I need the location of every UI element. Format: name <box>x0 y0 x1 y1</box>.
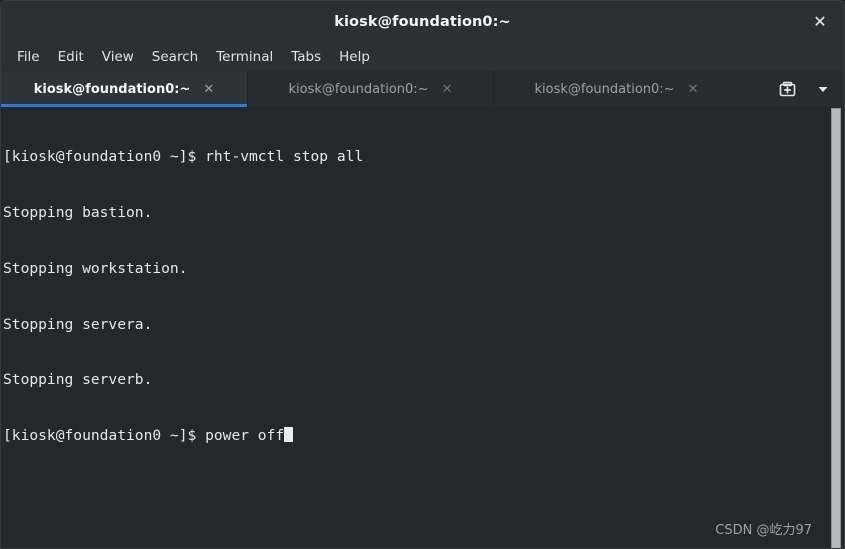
titlebar: kiosk@foundation0:~ ✕ <box>0 0 845 42</box>
terminal-screen: [kiosk@foundation0 ~]$ rht-vmctl stop al… <box>3 111 822 548</box>
menubar: File Edit View Search Terminal Tabs Help <box>0 42 845 71</box>
chevron-down-icon[interactable] <box>806 72 840 106</box>
terminal-scrollbar[interactable] <box>829 107 843 548</box>
terminal-line: [kiosk@foundation0 ~]$ rht-vmctl stop al… <box>3 148 364 166</box>
tab-1-close-icon[interactable]: ✕ <box>203 83 214 96</box>
menu-item-file[interactable]: File <box>8 47 49 67</box>
tab-3-close-icon[interactable]: ✕ <box>688 83 699 96</box>
terminal-window: kiosk@foundation0:~ ✕ File Edit View Sea… <box>0 0 845 549</box>
tab-3-label: kiosk@foundation0:~ <box>534 81 675 97</box>
tab-1[interactable]: kiosk@foundation0:~ ✕ <box>1 71 247 107</box>
menu-item-edit[interactable]: Edit <box>49 47 93 67</box>
terminal-command: power off <box>205 427 285 445</box>
tab-3[interactable]: kiosk@foundation0:~ ✕ <box>493 71 739 107</box>
tab-1-label: kiosk@foundation0:~ <box>33 81 191 97</box>
terminal-prompt: [kiosk@foundation0 ~]$ <box>3 427 206 445</box>
close-icon[interactable]: ✕ <box>805 7 835 37</box>
terminal-line: Stopping serverb. <box>3 371 153 389</box>
terminal-scrollbar-thumb[interactable] <box>831 108 841 548</box>
terminal-prompt-line: [kiosk@foundation0 ~]$ power off <box>3 427 822 446</box>
terminal-body[interactable]: [kiosk@foundation0 ~]$ rht-vmctl stop al… <box>0 107 845 549</box>
menu-item-help[interactable]: Help <box>330 47 379 67</box>
menu-item-tabs[interactable]: Tabs <box>282 47 330 67</box>
menu-item-search[interactable]: Search <box>143 47 207 67</box>
tab-2-close-icon[interactable]: ✕ <box>442 83 453 96</box>
tab-2-label: kiosk@foundation0:~ <box>288 81 429 97</box>
watermark: CSDN @屹力97 <box>715 523 812 538</box>
new-tab-icon[interactable] <box>770 72 804 106</box>
tabbar-actions <box>770 71 844 107</box>
terminal-cursor <box>284 427 294 443</box>
tabbar: kiosk@foundation0:~ ✕ kiosk@foundation0:… <box>0 71 845 107</box>
terminal-line: Stopping bastion. <box>3 203 153 221</box>
tab-2[interactable]: kiosk@foundation0:~ ✕ <box>247 71 493 107</box>
menu-item-terminal[interactable]: Terminal <box>207 47 282 67</box>
window-title: kiosk@foundation0:~ <box>334 13 511 30</box>
terminal-line: Stopping servera. <box>3 315 153 333</box>
menu-item-view[interactable]: View <box>93 47 143 67</box>
terminal-line: Stopping workstation. <box>3 259 188 277</box>
